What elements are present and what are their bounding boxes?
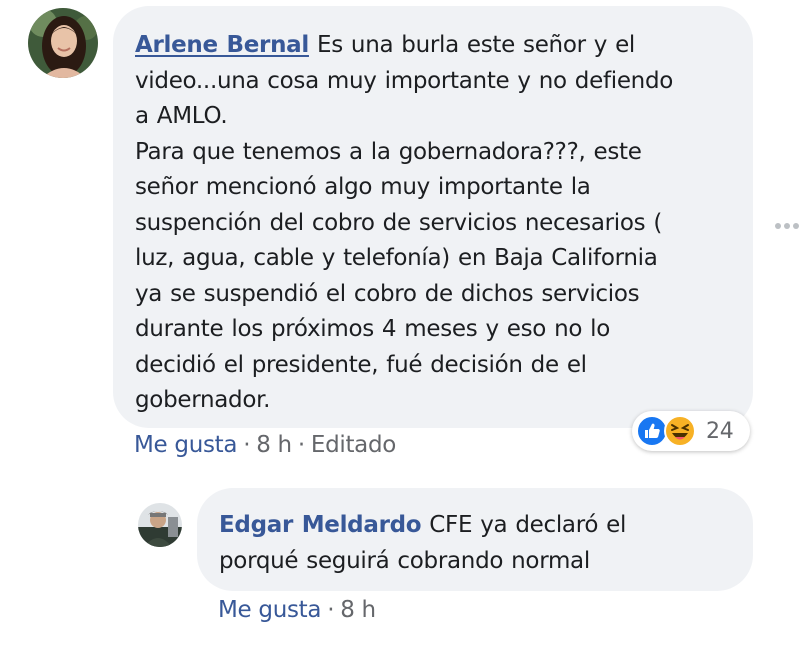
comment-text-line: decidió el presidente, fué decisión de e… — [135, 351, 587, 378]
comment-author-link[interactable]: Arlene Bernal — [135, 32, 309, 58]
reactions-summary[interactable]: 24 — [632, 411, 750, 451]
comment-text-line: luz, agua, cable y telefonía) en Baja Ca… — [135, 245, 658, 271]
reply-timestamp[interactable]: 8 h — [340, 597, 376, 623]
comment-actions: Me gusta · 8 h · Editado — [134, 432, 396, 458]
more-options-icon[interactable] — [775, 214, 800, 229]
reply-text-line: CFE ya declaró el — [429, 512, 627, 538]
separator: · — [297, 432, 305, 458]
edited-label[interactable]: Editado — [311, 432, 397, 458]
haha-icon — [664, 415, 696, 447]
reply-body: Edgar Meldardo CFE ya declaró el porqué … — [219, 508, 731, 579]
comment-body: Arlene Bernal Es una burla este señor y … — [135, 28, 731, 419]
comment-text-line: durante los próximos 4 meses y eso no lo — [135, 316, 611, 342]
reply-bubble: Edgar Meldardo CFE ya declaró el porqué … — [197, 488, 753, 591]
comment-text-line: señor mencionó algo muy importante la — [135, 174, 591, 200]
comment-text-line: video...una cosa muy importante y no def… — [135, 67, 674, 94]
separator: · — [327, 597, 335, 623]
like-button[interactable]: Me gusta — [134, 432, 237, 458]
comment-text-line: Es una burla este señor y el — [316, 32, 636, 58]
reaction-count: 24 — [706, 418, 734, 444]
reply-text-line: porqué seguirá cobrando normal — [219, 547, 590, 574]
separator: · — [243, 432, 251, 458]
comment-text-line: suspención del cobro de servicios necesa… — [135, 209, 663, 236]
comment-text-line: a AMLO. — [135, 103, 228, 129]
comment-bubble: Arlene Bernal Es una burla este señor y … — [113, 6, 753, 428]
comment-text-line: Para que tenemos a la gobernadora???, es… — [135, 138, 642, 165]
reply-actions: Me gusta · 8 h — [218, 597, 376, 623]
reply-like-button[interactable]: Me gusta — [218, 597, 321, 623]
reply-avatar[interactable] — [138, 503, 182, 547]
commenter-avatar[interactable] — [28, 8, 98, 78]
reply-author-link[interactable]: Edgar Meldardo — [219, 512, 422, 538]
comment-text-line: ya se suspendió el cobro de dichos servi… — [135, 280, 640, 307]
comment-timestamp[interactable]: 8 h — [256, 432, 292, 458]
